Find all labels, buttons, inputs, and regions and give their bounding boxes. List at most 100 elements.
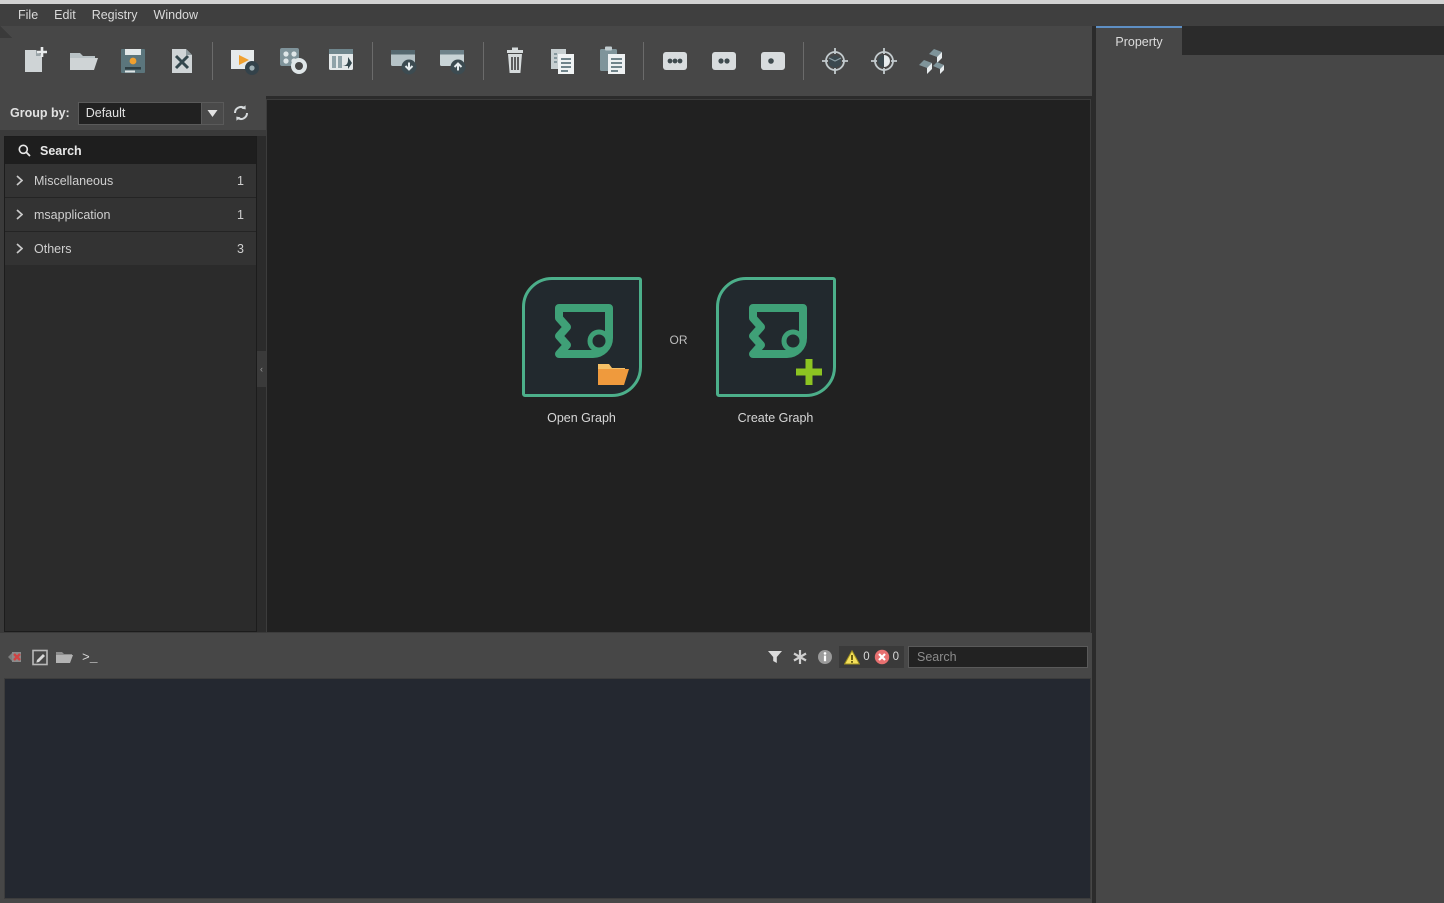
run-settings-button[interactable]: [219, 36, 268, 86]
folder-badge-icon: [597, 361, 631, 388]
edit-script-icon: [32, 649, 49, 666]
two-dots-icon: [707, 44, 741, 78]
open-graph-tile[interactable]: [521, 277, 642, 397]
create-graph-button[interactable]: Create Graph: [715, 277, 836, 425]
menu-edit[interactable]: Edit: [46, 6, 84, 25]
open-script-button[interactable]: [54, 647, 75, 668]
close-file-icon: [165, 44, 199, 78]
target-cube-icon: [818, 44, 852, 78]
delete-button[interactable]: [490, 36, 539, 86]
target-cube-button[interactable]: [810, 36, 859, 86]
menu-window[interactable]: Window: [146, 6, 206, 25]
console-search-input[interactable]: [909, 650, 1087, 664]
registry-tree-panel: Search Miscellaneous 1 msapplication 1 O…: [4, 136, 257, 632]
two-dots-button[interactable]: [699, 36, 748, 86]
tab-property[interactable]: Property: [1096, 26, 1182, 55]
property-tab-strip: Property: [1096, 26, 1444, 55]
toolbar-separator: [803, 42, 804, 80]
refresh-icon: [232, 104, 250, 122]
graph-canvas[interactable]: Open Graph OR Create Graph: [266, 99, 1091, 633]
tree-row[interactable]: msapplication 1: [5, 198, 256, 231]
open-folder-button[interactable]: [59, 36, 108, 86]
tree-row-count: 1: [237, 173, 244, 188]
menu-bar: File Edit Registry Window: [0, 4, 1444, 26]
paste-button[interactable]: [588, 36, 637, 86]
target-sphere-button[interactable]: [859, 36, 908, 86]
toolbar-separator: [212, 42, 213, 80]
tree-row-count: 1: [237, 207, 244, 222]
target-sphere-icon: [867, 44, 901, 78]
application-window: File Edit Registry Window Group by: Defa…: [0, 0, 1444, 903]
tree-search-label: Search: [40, 143, 82, 158]
tree-row-label: Others: [34, 241, 72, 256]
property-panel: Property: [1096, 26, 1444, 903]
blocks-button[interactable]: [908, 36, 957, 86]
edit-script-button[interactable]: [30, 647, 51, 668]
info-button[interactable]: [814, 647, 835, 668]
panel-splitter: ‹: [257, 136, 266, 632]
group-by-combobox[interactable]: Default: [77, 101, 224, 125]
trash-icon: [498, 44, 532, 78]
warning-badge[interactable]: 0: [844, 649, 870, 665]
toolbar-separator: [372, 42, 373, 80]
error-count: 0: [892, 651, 899, 663]
chevron-down-icon[interactable]: [200, 102, 223, 124]
blocks-icon: [916, 44, 950, 78]
console-search-box[interactable]: [908, 646, 1088, 668]
tree-row[interactable]: Miscellaneous 1: [5, 164, 256, 197]
open-graph-button[interactable]: Open Graph: [521, 277, 642, 425]
splitter-collapse-handle[interactable]: ‹: [257, 351, 266, 387]
error-icon: [874, 649, 890, 665]
property-panel-body[interactable]: [1096, 55, 1444, 903]
console-output-area[interactable]: [4, 678, 1091, 899]
tree-row[interactable]: Others 3: [5, 232, 256, 265]
create-graph-tile[interactable]: [715, 277, 836, 397]
open-script-icon: [55, 649, 74, 665]
new-file-button[interactable]: [10, 36, 59, 86]
export-window-icon: [436, 44, 470, 78]
toolbar-separator: [483, 42, 484, 80]
tree-row-count: 3: [237, 241, 244, 256]
or-separator-label: OR: [669, 333, 688, 347]
chevron-right-icon[interactable]: [16, 209, 34, 220]
import-window-icon: [387, 44, 421, 78]
export-window-button[interactable]: [428, 36, 477, 86]
tree-search-header[interactable]: Search: [5, 137, 256, 164]
asterisk-button[interactable]: [789, 647, 810, 668]
search-icon: [18, 144, 31, 157]
group-by-bar: Group by: Default: [0, 96, 266, 130]
console-prompt: >_: [82, 649, 98, 665]
plus-badge-icon: [794, 357, 824, 387]
toolbar-separator: [643, 42, 644, 80]
tree-row-label: Miscellaneous: [34, 173, 114, 188]
group-by-value: Default: [85, 106, 126, 120]
warning-count: 0: [863, 651, 870, 663]
menu-file[interactable]: File: [10, 6, 46, 25]
message-counters: 0 0: [839, 646, 904, 668]
configure-modules-button[interactable]: [268, 36, 317, 86]
open-graph-label: Open Graph: [547, 411, 616, 425]
chevron-right-icon[interactable]: [16, 243, 34, 254]
tree-row-label: msapplication: [34, 207, 111, 222]
configure-modules-icon: [276, 44, 310, 78]
three-dots-button[interactable]: [650, 36, 699, 86]
menu-registry[interactable]: Registry: [84, 6, 146, 25]
chevron-right-icon[interactable]: [16, 175, 34, 186]
error-badge[interactable]: 0: [874, 649, 899, 665]
main-toolbar: [0, 26, 1092, 96]
save-icon: [116, 44, 150, 78]
import-window-button[interactable]: [379, 36, 428, 86]
clear-console-button[interactable]: [6, 647, 27, 668]
one-dot-button[interactable]: [748, 36, 797, 86]
one-dot-icon: [756, 44, 790, 78]
create-graph-label: Create Graph: [737, 411, 814, 425]
save-button[interactable]: [108, 36, 157, 86]
copy-button[interactable]: [539, 36, 588, 86]
filter-icon: [767, 649, 783, 665]
close-file-button[interactable]: [157, 36, 206, 86]
clear-console-icon: [7, 649, 26, 665]
execute-window-button[interactable]: [317, 36, 366, 86]
refresh-button[interactable]: [229, 101, 253, 125]
filter-button[interactable]: [764, 647, 785, 668]
three-dots-icon: [658, 44, 692, 78]
